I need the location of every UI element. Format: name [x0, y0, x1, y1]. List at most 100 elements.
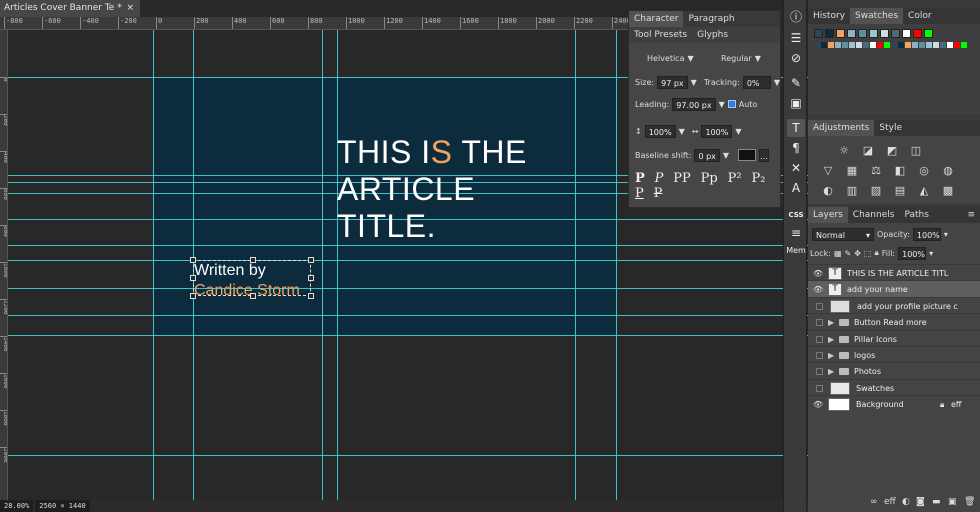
- vertical-guide[interactable]: [575, 30, 576, 500]
- vertical-guide[interactable]: [337, 30, 338, 500]
- layer-row[interactable]: 👁︎ T THIS IS THE ARTICLE TITL: [808, 264, 980, 281]
- brightness-icon[interactable]: ☼: [838, 145, 850, 157]
- layer-row[interactable]: ▶ logos: [808, 346, 980, 363]
- auto-checkbox[interactable]: [727, 100, 736, 108]
- close-tab-icon[interactable]: ×: [126, 0, 134, 17]
- vertical-guide[interactable]: [153, 30, 154, 500]
- vibrance-icon[interactable]: ▽: [822, 165, 834, 177]
- color-swatch[interactable]: [847, 29, 856, 38]
- chevron-down-icon[interactable]: ▼: [774, 78, 780, 87]
- tab-glyphs[interactable]: Glyphs: [692, 27, 733, 43]
- baseline-input[interactable]: 0 px: [694, 148, 720, 162]
- mask-icon[interactable]: ◙: [916, 497, 926, 507]
- layer-row[interactable]: Swatches: [808, 378, 980, 396]
- visibility-toggle[interactable]: [816, 319, 823, 327]
- transform-handle[interactable]: [190, 257, 196, 263]
- lock-artboard-icon[interactable]: ⬚: [864, 249, 872, 258]
- chevron-down-icon[interactable]: ▾: [929, 249, 933, 258]
- horizontal-scale-input[interactable]: 100%: [701, 124, 733, 138]
- visibility-toggle[interactable]: [816, 352, 823, 359]
- color-swatch[interactable]: [912, 42, 918, 48]
- chevron-down-icon[interactable]: ▼: [723, 151, 729, 160]
- horizontal-ruler[interactable]: -800 -600 -400 -200 0 200 400 600 800 1000 1200 140…: [0, 17, 628, 30]
- underline-icon[interactable]: P: [635, 186, 644, 201]
- vertical-guide[interactable]: [322, 30, 323, 500]
- faux-bold-icon[interactable]: P: [635, 171, 645, 186]
- color-swatch[interactable]: [856, 42, 862, 48]
- article-title-text[interactable]: THIS IS THE ARTICLE TITLE.: [337, 134, 557, 245]
- color-swatch[interactable]: [961, 42, 967, 48]
- wrench-icon[interactable]: ✕: [787, 159, 805, 177]
- lock-all-icon[interactable]: 🔒︎: [874, 248, 878, 258]
- css-icon[interactable]: CSS: [787, 206, 805, 224]
- font-style-select[interactable]: Regular ▼: [721, 51, 761, 65]
- color-swatch[interactable]: [898, 42, 904, 48]
- chevron-down-icon[interactable]: ▼: [735, 127, 741, 136]
- color-swatch[interactable]: [926, 42, 932, 48]
- transform-handle[interactable]: [190, 275, 196, 281]
- color-swatch[interactable]: [913, 29, 922, 38]
- horizontal-guide[interactable]: [8, 245, 808, 246]
- pilcrow-icon[interactable]: ¶: [787, 139, 805, 157]
- gradient-map-icon[interactable]: ▤: [894, 185, 906, 197]
- curves-icon[interactable]: ◩: [886, 145, 898, 157]
- font-family-select[interactable]: Helvetica ▼: [647, 51, 694, 65]
- tab-layers[interactable]: Layers: [808, 207, 848, 223]
- replace-color-icon[interactable]: ▩: [942, 185, 954, 197]
- color-swatch[interactable]: [947, 42, 953, 48]
- superscript-icon[interactable]: P²: [728, 171, 742, 186]
- invert-icon[interactable]: ◐: [822, 185, 834, 197]
- transform-handle[interactable]: [308, 293, 314, 299]
- all-caps-icon[interactable]: PP: [673, 171, 691, 186]
- color-swatch[interactable]: [924, 29, 933, 38]
- new-folder-icon[interactable]: ▬: [932, 497, 942, 507]
- layer-row[interactable]: 👁︎ Background 🔒︎ eff: [808, 395, 980, 412]
- type-icon[interactable]: T: [787, 119, 805, 137]
- chevron-down-icon[interactable]: ▼: [691, 78, 697, 87]
- horizontal-guide[interactable]: [8, 335, 808, 336]
- layer-row[interactable]: 👁︎ Tadd your name: [808, 280, 980, 298]
- levels-icon[interactable]: ◪: [862, 145, 874, 157]
- menu-icon[interactable]: ≡: [787, 224, 805, 242]
- paragraph-lines-icon[interactable]: ☰: [787, 29, 805, 47]
- small-caps-icon[interactable]: Pp: [701, 171, 718, 186]
- leading-input[interactable]: 97.00 px: [672, 97, 716, 111]
- color-swatch[interactable]: [869, 29, 878, 38]
- color-swatch[interactable]: [933, 42, 939, 48]
- fill-input[interactable]: 100%: [898, 246, 927, 260]
- delete-layer-icon[interactable]: 🗑︎: [964, 497, 975, 507]
- vertical-guide[interactable]: [616, 30, 617, 500]
- horizontal-guide[interactable]: [8, 288, 808, 289]
- color-swatch[interactable]: [814, 29, 823, 38]
- layer-row[interactable]: ▶ Button Read more: [808, 313, 980, 330]
- transform-handle[interactable]: [308, 275, 314, 281]
- exposure-icon[interactable]: ◫: [910, 145, 922, 157]
- color-swatch[interactable]: [902, 29, 911, 38]
- visibility-toggle[interactable]: [816, 335, 823, 343]
- adjustment-layer-icon[interactable]: ◐: [902, 497, 912, 507]
- color-swatch[interactable]: [870, 42, 876, 48]
- color-swatch[interactable]: [828, 42, 834, 48]
- subscript-icon[interactable]: P₂: [751, 171, 765, 186]
- tab-swatches[interactable]: Swatches: [850, 8, 904, 24]
- tab-style[interactable]: Style: [874, 120, 907, 136]
- lock-transparency-icon[interactable]: ▦: [834, 249, 842, 258]
- link-layers-icon[interactable]: ∞: [870, 497, 880, 507]
- info-icon[interactable]: ⓘ: [787, 8, 805, 26]
- lock-position-icon[interactable]: ✥: [854, 249, 861, 258]
- color-swatch[interactable]: [825, 29, 834, 38]
- layer-effects-icon[interactable]: eff: [884, 497, 898, 507]
- zoom-level[interactable]: 28.00%: [0, 500, 34, 512]
- tracking-input[interactable]: 0%: [742, 75, 771, 89]
- tab-paragraph[interactable]: Paragraph: [683, 11, 739, 27]
- transform-handle[interactable]: [190, 293, 196, 299]
- tab-channels[interactable]: Channels: [848, 207, 900, 223]
- color-swatch[interactable]: [891, 42, 897, 48]
- panel-menu-icon[interactable]: ≡: [962, 207, 980, 223]
- chevron-down-icon[interactable]: ▼: [719, 100, 725, 109]
- circle-slash-icon[interactable]: ⊘: [787, 49, 805, 67]
- tab-character[interactable]: Character: [629, 11, 684, 27]
- color-swatch[interactable]: [863, 42, 869, 48]
- color-swatch[interactable]: [954, 42, 960, 48]
- visibility-toggle[interactable]: [816, 384, 823, 392]
